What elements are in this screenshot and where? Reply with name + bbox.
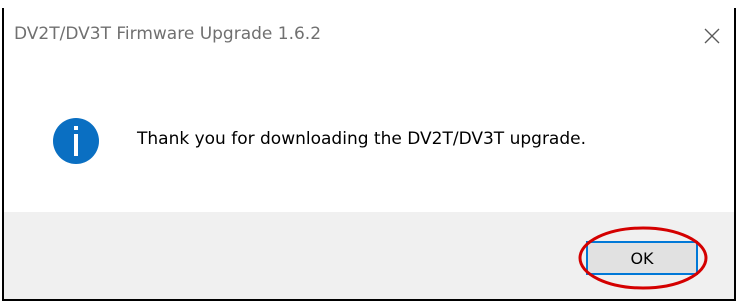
title-bar: DV2T/DV3T Firmware Upgrade 1.6.2 bbox=[4, 8, 734, 64]
close-icon bbox=[704, 28, 720, 44]
info-icon bbox=[53, 118, 99, 164]
window-title: DV2T/DV3T Firmware Upgrade 1.6.2 bbox=[14, 24, 322, 44]
button-bar: OK bbox=[4, 212, 734, 299]
message-dialog: DV2T/DV3T Firmware Upgrade 1.6.2 Thank y… bbox=[2, 8, 736, 301]
dialog-content: Thank you for downloading the DV2T/DV3T … bbox=[4, 64, 734, 212]
screenshot: DV2T/DV3T Firmware Upgrade 1.6.2 Thank y… bbox=[0, 0, 738, 303]
close-button[interactable] bbox=[690, 8, 734, 64]
ok-button-label: OK bbox=[630, 248, 654, 268]
ok-button[interactable]: OK bbox=[586, 241, 698, 275]
dialog-message: Thank you for downloading the DV2T/DV3T … bbox=[137, 129, 587, 149]
